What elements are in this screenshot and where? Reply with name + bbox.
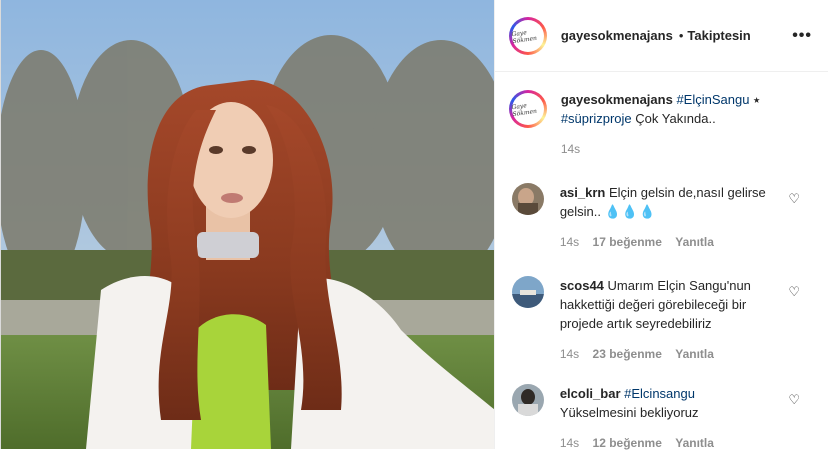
comment-item: elcoli_bar #Elcinsangu Yükselmesini bekl… bbox=[509, 384, 828, 453]
heart-outline-icon[interactable]: ♡ bbox=[788, 392, 800, 408]
comment-username[interactable]: scos44 bbox=[560, 278, 604, 293]
caption-hashtag-2[interactable]: #süprizproje bbox=[561, 111, 632, 126]
heart-outline-icon[interactable]: ♡ bbox=[788, 284, 800, 300]
comment-username[interactable]: asi_krn bbox=[560, 185, 606, 200]
more-options-icon[interactable]: ••• bbox=[792, 27, 812, 45]
avatar-logo-text: Gaye Sökmen bbox=[510, 28, 538, 45]
comment-likes[interactable]: 23 beğenme bbox=[593, 347, 662, 361]
comment-meta: 14s 23 beğenme Yanıtla bbox=[560, 345, 778, 364]
avatar-photo-icon bbox=[511, 276, 544, 308]
commenter-avatar[interactable] bbox=[511, 384, 544, 416]
comment-time[interactable]: 14s bbox=[560, 436, 579, 450]
comment-reply-button[interactable]: Yanıtla bbox=[675, 436, 714, 450]
caption-avatar-text: Gaye Sökmen bbox=[510, 102, 538, 119]
comment-meta: 14s 17 beğenme Yanıtla bbox=[560, 233, 778, 252]
avatar-logo: Gaye Sökmen bbox=[510, 19, 544, 52]
comment-text: Yükselmesini bekliyoruz bbox=[559, 405, 699, 420]
caption-avatar-logo: Gaye Sökmen bbox=[510, 93, 544, 125]
avatar-photo-icon bbox=[511, 384, 544, 416]
avatar-photo-icon bbox=[511, 183, 544, 215]
caption-time[interactable]: 14s bbox=[561, 142, 580, 156]
comment-time[interactable]: 14s bbox=[560, 347, 579, 361]
follow-status-button[interactable]: Takiptesin bbox=[687, 28, 750, 43]
caption-avatar[interactable]: Gaye Sökmen bbox=[508, 90, 547, 128]
photo-illustration bbox=[1, 0, 494, 449]
comment-emoji: 💧💧💧 bbox=[604, 204, 657, 219]
comment-likes[interactable]: 17 beğenme bbox=[593, 235, 662, 249]
comment-body: asi_krn Elçin gelsin de,nasıl gelirse ge… bbox=[560, 183, 778, 252]
comment-reply-button[interactable]: Yanıtla bbox=[675, 347, 714, 361]
comments-list: Gaye Sökmen gayesokmenajans #ElçinSangu … bbox=[495, 72, 828, 453]
comment-item: scos44 Umarım Elçin Sangu'nun hakkettiği… bbox=[509, 276, 828, 364]
comment-likes[interactable]: 12 beğenme bbox=[593, 436, 662, 450]
comment-body: elcoli_bar #Elcinsangu Yükselmesini bekl… bbox=[560, 384, 778, 453]
commenter-avatar[interactable] bbox=[511, 183, 544, 215]
comment-time[interactable]: 14s bbox=[560, 235, 579, 249]
profile-avatar[interactable]: Gaye Sökmen bbox=[508, 16, 547, 55]
comment-item: asi_krn Elçin gelsin de,nasıl gelirse ge… bbox=[509, 183, 828, 252]
comment-username[interactable]: elcoli_bar bbox=[560, 386, 621, 401]
post-caption: Gaye Sökmen gayesokmenajans #ElçinSangu … bbox=[508, 72, 828, 159]
comment-reply-button[interactable]: Yanıtla bbox=[675, 235, 714, 249]
post-header: Gaye Sökmen gayesokmenajans • Takiptesin… bbox=[494, 0, 828, 72]
instagram-post: Gaye Sökmen gayesokmenajans • Takiptesin… bbox=[0, 0, 828, 450]
header-username[interactable]: gayesokmenajans bbox=[561, 28, 673, 43]
separator-dot: • bbox=[678, 28, 684, 43]
commenter-avatar[interactable] bbox=[511, 276, 544, 308]
comment-meta: 14s 12 beğenme Yanıtla bbox=[560, 434, 778, 453]
caption-body: gayesokmenajans #ElçinSangu ⭑ #süprizpro… bbox=[561, 90, 791, 159]
star-glyph: ⭑ bbox=[753, 92, 761, 107]
caption-text: Çok Yakında.. bbox=[635, 111, 716, 126]
comment-hashtag[interactable]: #Elcinsangu bbox=[624, 386, 695, 401]
heart-outline-icon[interactable]: ♡ bbox=[788, 191, 800, 207]
post-photo[interactable] bbox=[0, 0, 494, 449]
comment-body: scos44 Umarım Elçin Sangu'nun hakkettiği… bbox=[560, 276, 778, 364]
caption-hashtag[interactable]: #ElçinSangu bbox=[676, 92, 749, 107]
post-sidebar: Gaye Sökmen gayesokmenajans • Takiptesin… bbox=[493, 0, 828, 450]
caption-meta: 14s bbox=[561, 140, 791, 159]
caption-username[interactable]: gayesokmenajans bbox=[561, 92, 673, 107]
